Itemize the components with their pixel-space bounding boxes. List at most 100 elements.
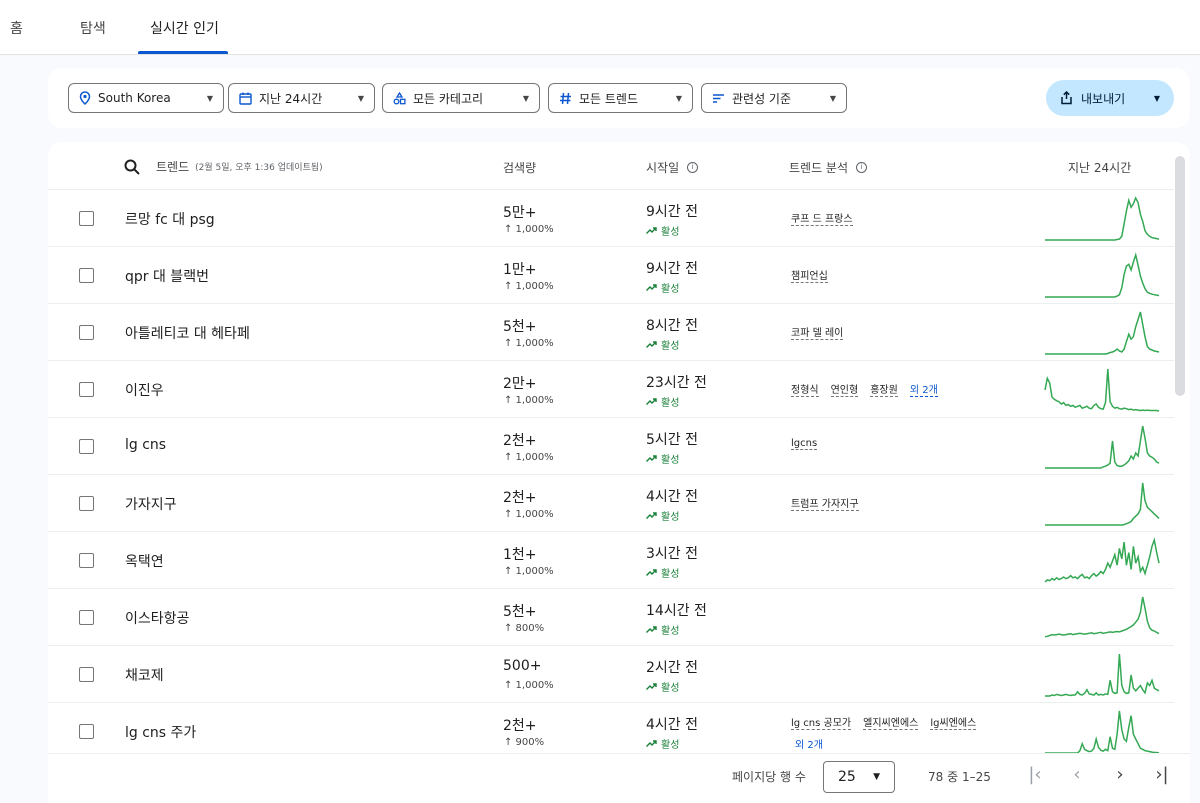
- started-time: 23시간 전: [646, 375, 707, 391]
- trend-name[interactable]: lg cns: [125, 437, 166, 453]
- table-row[interactable]: 옥택연 1천+ ↑ 1,000% 3시간 전 활성: [48, 532, 1174, 589]
- time-filter[interactable]: 지난 24시간 ▼: [228, 83, 375, 113]
- status-badge: 활성: [646, 394, 679, 409]
- breakdown-term[interactable]: lgcns: [791, 438, 818, 450]
- table-row[interactable]: lg cns 주가 2천+ ↑ 900% 4시간 전 활성 lg cns 공모가…: [48, 703, 1174, 760]
- table-row[interactable]: 아틀레티코 대 헤타페 5천+ ↑ 1,000% 8시간 전 활성 코파 델 레…: [48, 304, 1174, 361]
- breakdown-term[interactable]: lg씨엔에스: [930, 714, 977, 730]
- trending-up-icon: [646, 398, 657, 405]
- trend-name[interactable]: 아틀레티코 대 헤타페: [125, 323, 250, 343]
- search-volume: 5천+: [503, 604, 537, 620]
- scrollbar[interactable]: [1175, 156, 1185, 396]
- breakdown-terms: 챔피언십: [791, 267, 828, 283]
- first-page-icon[interactable]: |‹: [1023, 764, 1047, 785]
- sparkline-chart: [1044, 596, 1160, 638]
- status-label: 활성: [661, 740, 680, 751]
- row-checkbox[interactable]: [79, 667, 94, 682]
- trend-name[interactable]: 가자지구: [125, 494, 177, 514]
- next-page-icon[interactable]: ›: [1108, 764, 1132, 785]
- breakdown-term[interactable]: 챔피언십: [791, 267, 828, 283]
- last-page-icon[interactable]: ›|: [1150, 764, 1174, 785]
- row-checkbox[interactable]: [79, 553, 94, 568]
- status-label: 활성: [661, 569, 680, 580]
- tab-trending-now[interactable]: 실시간 인기: [150, 18, 219, 38]
- region-filter[interactable]: South Korea ▼: [68, 83, 224, 113]
- table-row[interactable]: qpr 대 블랙번 1만+ ↑ 1,000% 9시간 전 활성 챔피언십: [48, 247, 1174, 304]
- previous-page-icon[interactable]: ‹: [1065, 764, 1089, 785]
- tab-explore[interactable]: 탐색: [80, 18, 106, 38]
- trend-name[interactable]: lg cns 주가: [125, 722, 196, 742]
- sort-filter[interactable]: 관련성 기준 ▼: [701, 83, 847, 113]
- volume-growth: ↑ 1,000%: [504, 224, 554, 235]
- table-row[interactable]: 이진우 2만+ ↑ 1,000% 23시간 전 활성 정형식 연인형 홍장원 외 2개: [48, 361, 1174, 418]
- breakdown-term[interactable]: 엘지씨엔에스: [863, 714, 919, 730]
- row-checkbox[interactable]: [79, 325, 94, 340]
- trend-name[interactable]: 이스타항공: [125, 608, 189, 628]
- status-badge: 활성: [646, 565, 679, 580]
- breakdown-term[interactable]: 코파 델 레이: [791, 324, 844, 340]
- status-label: 활성: [661, 626, 680, 637]
- table-row[interactable]: 르망 fc 대 psg 5만+ ↑ 1,000% 9시간 전 활성 쿠프 드 프…: [48, 190, 1174, 247]
- status-badge: 활성: [646, 679, 679, 694]
- region-filter-label: South Korea: [98, 91, 171, 105]
- trend-name[interactable]: 르망 fc 대 psg: [125, 209, 215, 229]
- table-row[interactable]: 가자지구 2천+ ↑ 1,000% 4시간 전 활성 트럼프 가자지구: [48, 475, 1174, 532]
- row-checkbox[interactable]: [79, 610, 94, 625]
- started-time: 14시간 전: [646, 603, 707, 619]
- sort-icon: [713, 93, 724, 103]
- sparkline-chart: [1045, 196, 1160, 241]
- breakdown-term[interactable]: 홍장원: [870, 381, 898, 397]
- breakdown-term[interactable]: 연인형: [830, 381, 859, 397]
- trending-up-icon: [646, 626, 657, 633]
- trending-up-icon: [646, 341, 657, 348]
- search-volume: 2만+: [503, 376, 537, 392]
- export-button[interactable]: 내보내기 ▼: [1046, 80, 1174, 116]
- started-column-header[interactable]: 시작일 i: [646, 159, 699, 176]
- volume-growth: ↑ 1,000%: [504, 395, 554, 406]
- chevron-down-icon: ▼: [873, 772, 880, 782]
- sparkline-chart: [1045, 311, 1160, 355]
- trending-up-icon: [646, 284, 657, 291]
- category-filter[interactable]: 모든 카테고리 ▼: [382, 83, 540, 113]
- status-label: 활성: [661, 512, 680, 523]
- share-upload-icon: [1061, 91, 1072, 105]
- breakdown-more-link[interactable]: 외 2개: [795, 736, 823, 751]
- row-checkbox[interactable]: [79, 211, 94, 226]
- status-label: 활성: [661, 398, 680, 409]
- trend-name[interactable]: 옥택연: [125, 551, 164, 571]
- sparkline-line: [1045, 252, 1160, 298]
- table-row[interactable]: 채코제 500+ ↑ 1,000% 2시간 전 활성: [48, 646, 1174, 703]
- breakdown-terms: 트럼프 가자지구: [791, 495, 859, 511]
- breakdown-more-link[interactable]: 외 2개: [909, 381, 938, 397]
- sparkline-chart: [1045, 252, 1160, 298]
- breakdown-term[interactable]: 트럼프 가자지구: [791, 495, 859, 511]
- row-checkbox[interactable]: [79, 439, 94, 454]
- search-volume: 5만+: [503, 205, 537, 221]
- trend-name[interactable]: 채코제: [125, 665, 164, 685]
- started-time: 3시간 전: [646, 546, 698, 562]
- row-checkbox[interactable]: [79, 382, 94, 397]
- status-badge: 활성: [646, 736, 679, 751]
- volume-column-header[interactable]: 검색량: [503, 159, 536, 176]
- trend-type-filter[interactable]: 모든 트렌드 ▼: [548, 83, 693, 113]
- row-checkbox[interactable]: [79, 268, 94, 283]
- rows-per-page-select[interactable]: 25 ▼: [823, 761, 895, 793]
- search-icon[interactable]: [124, 159, 140, 175]
- table-row[interactable]: lg cns 2천+ ↑ 1,000% 5시간 전 활성 lgcns: [48, 418, 1174, 475]
- breakdown-term[interactable]: 정형식: [791, 381, 819, 397]
- info-icon[interactable]: i: [856, 162, 868, 173]
- trend-name[interactable]: qpr 대 블랙번: [125, 266, 209, 286]
- table-row[interactable]: 이스타항공 5천+ ↑ 800% 14시간 전 활성: [48, 589, 1174, 646]
- status-badge: 활성: [646, 508, 679, 523]
- row-checkbox[interactable]: [79, 496, 94, 511]
- chevron-down-icon: ▼: [829, 93, 836, 103]
- info-icon[interactable]: i: [687, 162, 699, 173]
- started-time: 5시간 전: [646, 432, 698, 448]
- trends-table: 트렌드 (2월 5일, 오후 1:36 업데이트됨) 검색량 시작일 i 트렌드 …: [48, 142, 1190, 803]
- breakdown-term[interactable]: 쿠프 드 프랑스: [791, 210, 853, 226]
- trend-name[interactable]: 이진우: [125, 380, 164, 400]
- row-checkbox[interactable]: [79, 724, 94, 739]
- breakdown-term[interactable]: lg cns 공모가: [791, 714, 852, 730]
- tab-home[interactable]: 홈: [10, 18, 23, 38]
- status-badge: 활성: [646, 622, 679, 637]
